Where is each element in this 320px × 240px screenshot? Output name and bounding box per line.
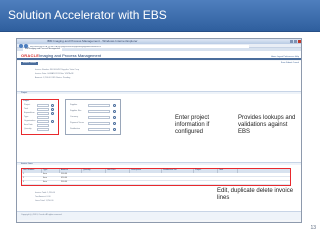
project-field-row: Item Date (24, 124, 58, 127)
field-label: Supplier (70, 104, 78, 106)
supplier-site-input[interactable] (88, 110, 110, 113)
totals-line: Tax Amount: 0.00 (35, 196, 51, 198)
search-icon[interactable] (51, 108, 54, 111)
global-links[interactable]: Home Logout Preferences Help (271, 56, 299, 58)
project-box-title: Project (23, 100, 30, 102)
header-info-line: Amount: 1,250.00 USD Status: Pending (35, 77, 71, 79)
page-action-links[interactable]: Save Submit Cancel (281, 62, 299, 64)
task-input[interactable] (37, 108, 49, 111)
field-label: Quantity (24, 128, 32, 130)
project-field-row: Quantity (24, 128, 58, 131)
maximize-icon[interactable] (294, 40, 297, 43)
search-icon[interactable] (113, 110, 116, 113)
header-info-line: Invoice Number: INV-000452 Supplier: Vis… (35, 69, 79, 71)
slide-header: Solution Accelerator with EBS (0, 0, 320, 32)
field-label: Expenditure (24, 112, 35, 114)
slide-title: Solution Accelerator with EBS (8, 8, 167, 22)
search-icon[interactable] (113, 116, 116, 119)
field-label: Distribution (70, 128, 81, 130)
project-field-row: Project (24, 104, 58, 107)
field-label: Task (24, 108, 29, 110)
supplier-input[interactable] (88, 104, 110, 107)
search-icon[interactable] (113, 122, 116, 125)
field-label: Organization (24, 120, 36, 122)
search-icon[interactable] (113, 128, 116, 131)
organization-input[interactable] (37, 120, 49, 123)
page-body: Invoice Details Save Submit Cancel Invoi… (17, 61, 301, 220)
section-label: Invoice Lines (21, 163, 33, 165)
field-label: Currency (70, 116, 79, 118)
totals-info: Invoice Total: 1,250.00 Tax Amount: 0.00… (35, 192, 125, 204)
table-row[interactable]: 3 Item 300.00 (22, 181, 290, 185)
project-field-row: Organization (24, 120, 58, 123)
totals-line: Lines Total: 1,250.00 (35, 200, 54, 202)
field-label: Supplier Site (70, 110, 82, 112)
search-icon[interactable] (51, 112, 54, 115)
lookup-field-row: Payment Terms (70, 122, 120, 125)
currency-input[interactable] (88, 116, 110, 119)
callout-lookups: Provides lookups and validations against… (238, 115, 296, 135)
project-fields-box: Project Project Task Expenditure Type Or… (21, 99, 59, 135)
item-date-input[interactable] (37, 124, 49, 127)
search-icon[interactable] (113, 104, 116, 107)
lookup-field-row: Currency (70, 116, 120, 119)
totals-line: Invoice Total: 1,250.00 (35, 192, 55, 194)
header-info: Invoice Number: INV-000452 Supplier: Vis… (35, 69, 205, 81)
page-footer: Copyright (c) 2013, Oracle. All rights r… (17, 211, 301, 220)
type-input[interactable] (37, 116, 49, 119)
expenditure-input[interactable] (37, 112, 49, 115)
quantity-input[interactable] (37, 128, 49, 131)
project-input[interactable] (37, 104, 49, 107)
table-cell: 300.00 (61, 181, 68, 183)
field-label: Payment Terms (70, 122, 84, 124)
ebs-screenshot: IBM Imaging and Process Management - Win… (16, 38, 302, 223)
section-bar: Project (17, 91, 301, 94)
callout-project: Enter project information if configured (175, 115, 210, 135)
oracle-logo: ORACLE (21, 53, 40, 58)
field-label: Type (24, 116, 29, 118)
oracle-header: ORACLE Imaging and Process Management Ho… (17, 51, 301, 60)
footer-text: Copyright (c) 2013, Oracle. All rights r… (21, 214, 63, 216)
project-field-row: Type (24, 116, 58, 119)
browser-window-title: IBM Imaging and Process Management - Win… (47, 39, 138, 43)
field-label: Item Date (24, 124, 33, 126)
callout-lines: Edit, duplicate delete invoice lines (217, 188, 294, 201)
slide-number: 13 (310, 225, 316, 231)
payment-terms-input[interactable] (88, 122, 110, 125)
app-title: Imaging and Process Management (39, 53, 102, 58)
close-icon[interactable] (298, 40, 301, 43)
invoice-lines-table: Line Number Type Amount Quantity Unit Pr… (21, 168, 291, 186)
search-icon[interactable] (51, 104, 54, 107)
header-info-line: Invoice Date: 04-MAR-2013 Site: VISTA-SF (35, 73, 74, 75)
section-bar: Invoice Lines (17, 162, 301, 165)
project-field-row: Task (24, 108, 58, 111)
page-nav-tab[interactable]: Invoice Details (21, 62, 39, 65)
lookup-field-row: Supplier (70, 104, 120, 107)
project-field-row: Expenditure (24, 112, 58, 115)
window-controls (289, 40, 301, 43)
lookup-field-row: Supplier Site (70, 110, 120, 113)
distribution-input[interactable] (88, 128, 110, 131)
table-cell: 3 (23, 181, 25, 183)
section-label: Project (21, 92, 28, 94)
field-label: Project (24, 104, 31, 106)
search-icon[interactable] (51, 120, 54, 123)
table-cell: Item (43, 181, 47, 183)
lookup-field-row: Distribution (70, 128, 120, 131)
minimize-icon[interactable] (290, 40, 293, 43)
lookup-fields-box: Supplier Supplier Site Currency Payment … (65, 99, 121, 135)
